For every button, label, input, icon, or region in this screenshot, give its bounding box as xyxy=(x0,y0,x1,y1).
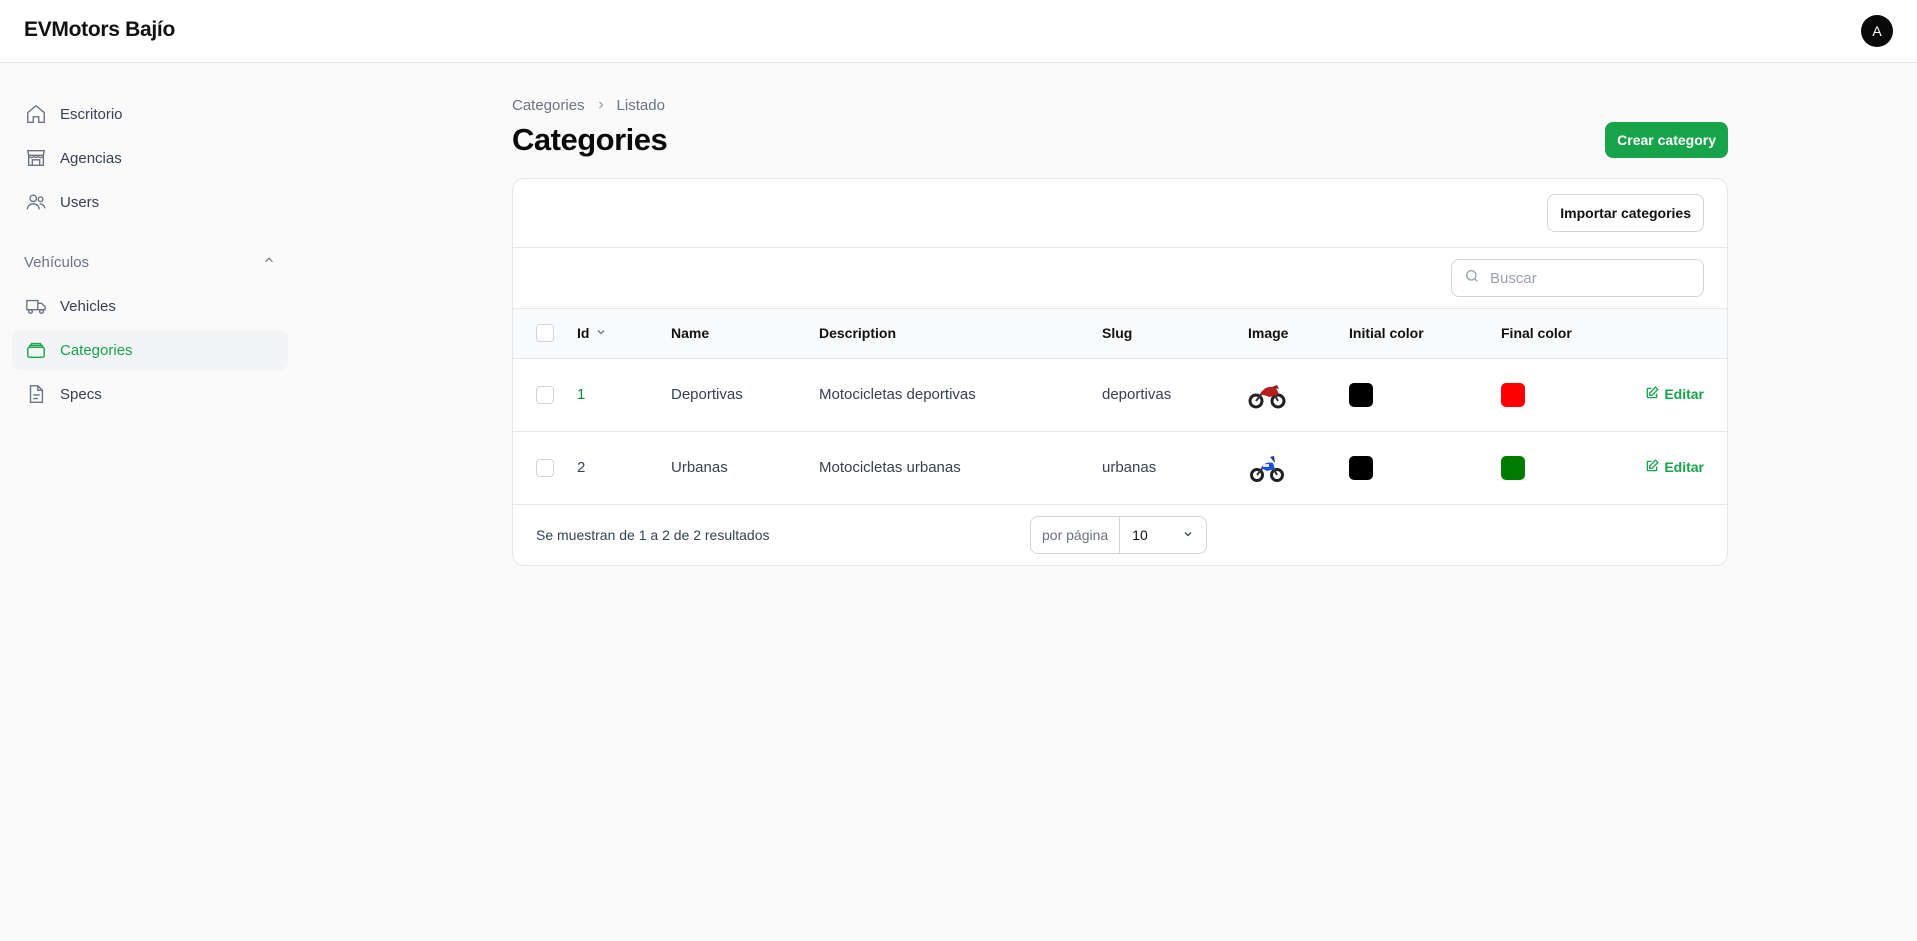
brand-name[interactable]: EVMotors Bajío xyxy=(24,18,175,42)
table-footer: Se muestran de 1 a 2 de 2 resultados por… xyxy=(513,505,1727,565)
row-description: Motocicletas urbanas xyxy=(819,459,961,476)
sidebar-item-escritorio[interactable]: Escritorio xyxy=(12,94,288,134)
sidebar-item-label: Specs xyxy=(60,385,102,403)
sidebar-item-label: Vehicles xyxy=(60,297,116,315)
sidebar-item-label: Categories xyxy=(60,341,133,359)
sidebar: Escritorio Agencias Users Vehículos Vehi… xyxy=(12,94,288,418)
per-page-value: 10 xyxy=(1132,526,1148,543)
search-icon xyxy=(1464,268,1480,289)
row-description: Motocicletas deportivas xyxy=(819,386,976,403)
final-color-swatch xyxy=(1501,382,1525,407)
results-summary: Se muestran de 1 a 2 de 2 resultados xyxy=(536,526,770,543)
column-header-slug: Slug xyxy=(1102,325,1133,342)
create-category-button[interactable]: Crear category xyxy=(1605,122,1728,158)
categories-table: Id Name Description Slug Image Initial c… xyxy=(513,309,1727,505)
search-box[interactable] xyxy=(1451,259,1704,297)
breadcrumb-listado: Listado xyxy=(616,96,665,114)
sidebar-item-label: Agencias xyxy=(60,149,122,167)
import-categories-button[interactable]: Importar categories xyxy=(1547,194,1704,232)
table-toolbar: Importar categories xyxy=(513,179,1727,248)
layers-icon xyxy=(24,338,48,362)
sidebar-group-vehiculos[interactable]: Vehículos xyxy=(12,242,288,282)
sidebar-item-label: Users xyxy=(60,193,100,211)
row-name: Deportivas xyxy=(671,386,743,403)
table-row[interactable]: 1 Deportivas Motocicletas deportivas dep… xyxy=(513,358,1727,431)
row-slug: urbanas xyxy=(1102,459,1157,476)
sidebar-item-agencias[interactable]: Agencias xyxy=(12,138,288,178)
edit-icon xyxy=(1645,385,1660,403)
row-slug: deportivas xyxy=(1102,386,1172,403)
row-id[interactable]: 2 xyxy=(577,459,585,476)
column-header-name: Name xyxy=(671,325,710,342)
row-checkbox[interactable] xyxy=(536,458,554,477)
page-header: Categories Crear category xyxy=(512,122,1728,158)
sidebar-item-label: Escritorio xyxy=(60,105,123,123)
storefront-icon xyxy=(24,146,48,170)
sidebar-group-label: Vehículos xyxy=(24,253,90,271)
per-page-label: por página xyxy=(1031,516,1121,553)
final-color-swatch xyxy=(1501,455,1525,480)
search-input[interactable] xyxy=(1490,269,1690,287)
table-header-row: Id Name Description Slug Image Initial c… xyxy=(513,309,1727,358)
row-name: Urbanas xyxy=(671,459,728,476)
breadcrumb-categories[interactable]: Categories xyxy=(512,97,585,114)
search-row xyxy=(513,248,1727,309)
chevron-right-icon xyxy=(595,99,607,111)
per-page-select[interactable]: 10 xyxy=(1120,517,1206,553)
red-motorcycle-image xyxy=(1248,380,1286,410)
page-title: Categories xyxy=(512,122,668,157)
edit-button[interactable]: Editar xyxy=(1645,385,1704,403)
column-header-id[interactable]: Id xyxy=(577,309,671,358)
column-header-initial-color: Initial color xyxy=(1349,325,1424,342)
document-icon xyxy=(24,382,48,406)
top-bar: EVMotors Bajío A xyxy=(0,0,1917,63)
chevron-up-icon xyxy=(262,253,276,271)
table-row[interactable]: 2 Urbanas Motocicletas urbanas urbanas E… xyxy=(513,431,1727,504)
edit-button[interactable]: Editar xyxy=(1645,458,1704,476)
chevron-down-icon xyxy=(595,325,607,341)
main-content: Categories Listado Categories Crear cate… xyxy=(512,94,1728,566)
select-all-checkbox[interactable] xyxy=(536,324,554,343)
users-icon xyxy=(24,190,48,214)
user-avatar[interactable]: A xyxy=(1861,15,1893,47)
sidebar-item-categories[interactable]: Categories xyxy=(12,330,288,370)
row-checkbox[interactable] xyxy=(536,385,554,404)
column-header-final-color: Final color xyxy=(1501,325,1572,342)
initial-color-swatch xyxy=(1349,455,1373,480)
row-id[interactable]: 1 xyxy=(577,386,585,403)
per-page-selector[interactable]: por página 10 xyxy=(1030,515,1208,554)
home-icon xyxy=(24,102,48,126)
sidebar-item-vehicles[interactable]: Vehicles xyxy=(12,286,288,326)
breadcrumb: Categories Listado xyxy=(512,94,1728,116)
sidebar-item-specs[interactable]: Specs xyxy=(12,374,288,414)
categories-table-card: Importar categories Id xyxy=(512,178,1728,566)
initial-color-swatch xyxy=(1349,382,1373,407)
column-header-description: Description xyxy=(819,325,897,342)
truck-icon xyxy=(24,294,48,318)
chevron-down-icon xyxy=(1182,527,1194,543)
edit-icon xyxy=(1645,458,1660,476)
column-header-image: Image xyxy=(1248,325,1289,342)
blue-motorcycle-image xyxy=(1248,453,1286,483)
sidebar-item-users[interactable]: Users xyxy=(12,182,288,222)
